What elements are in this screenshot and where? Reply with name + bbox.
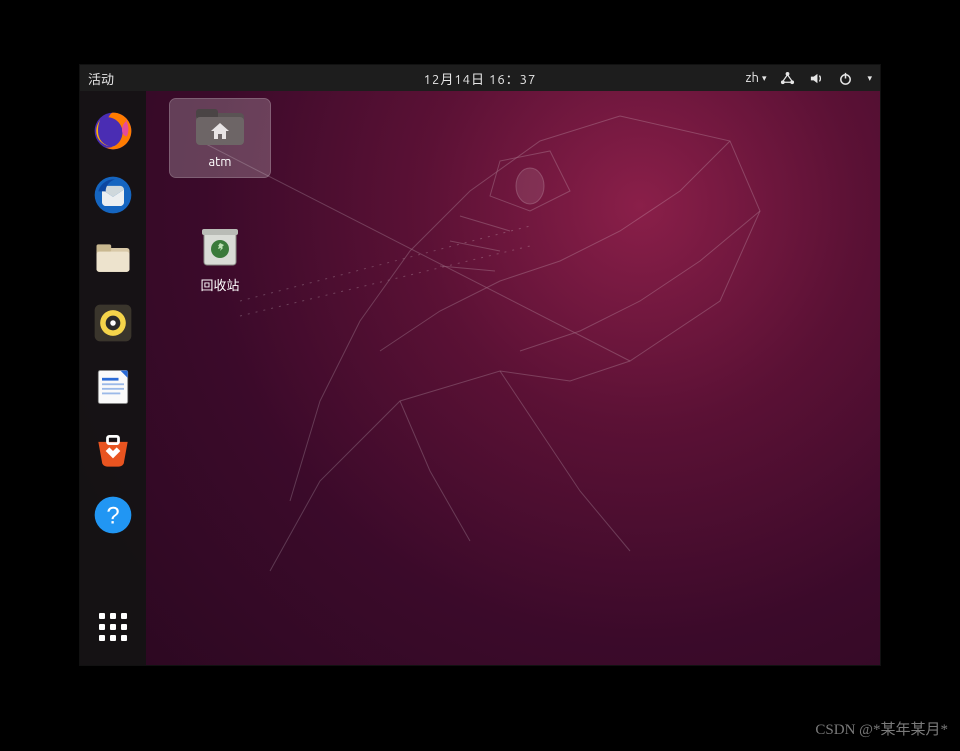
activities-button[interactable]: 活动 (88, 69, 114, 88)
dock-thunderbird[interactable] (89, 171, 137, 219)
desktop-area[interactable]: ? atm 回收站 (80, 91, 880, 665)
chevron-down-icon: ▾ (762, 73, 767, 84)
dock-firefox[interactable] (89, 107, 137, 155)
svg-text:?: ? (106, 502, 119, 529)
power-icon[interactable] (838, 71, 853, 86)
desktop-folder-atm[interactable]: atm (170, 99, 270, 177)
top-bar: 活动 12月14日 16：37 zh ▾ ▾ (80, 65, 880, 91)
desktop-icon-label: 回收站 (200, 275, 239, 294)
trash-icon (194, 225, 246, 269)
volume-icon[interactable] (809, 71, 824, 86)
input-source-indicator[interactable]: zh ▾ (746, 71, 767, 85)
desktop-icon-label: atm (208, 155, 231, 169)
folder-home-icon (194, 105, 246, 149)
show-applications-button[interactable] (89, 603, 137, 651)
dock-rhythmbox[interactable] (89, 299, 137, 347)
network-icon[interactable] (780, 71, 795, 86)
watermark-text: CSDN @*某年某月* (815, 718, 948, 739)
dock-files[interactable] (89, 235, 137, 283)
dock-libreoffice-writer[interactable] (89, 363, 137, 411)
desktop-trash[interactable]: 回收站 (170, 219, 270, 302)
system-tray: zh ▾ ▾ (746, 71, 872, 86)
ubuntu-desktop-screen: 活动 12月14日 16：37 zh ▾ ▾ (80, 65, 880, 665)
dock: ? (80, 91, 146, 665)
clock[interactable]: 12月14日 16：37 (424, 69, 537, 88)
dock-ubuntu-software[interactable] (89, 427, 137, 475)
dock-help[interactable]: ? (89, 491, 137, 539)
chevron-down-icon: ▾ (867, 73, 872, 84)
input-source-label: zh (746, 71, 759, 85)
wallpaper-art (200, 101, 850, 601)
